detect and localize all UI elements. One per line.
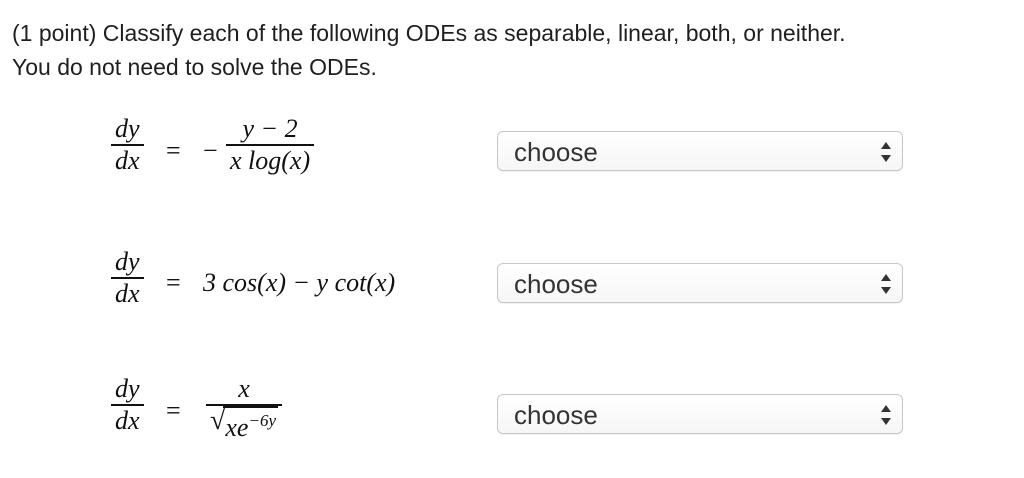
ode-1-rhs-denominator: x log(x) — [230, 146, 311, 175]
square-root: √ xe−6y — [210, 406, 278, 441]
ode-1-select-value: choose — [514, 137, 598, 167]
ode-1-lhs-denominator: dx — [115, 146, 140, 175]
ode-1-lhs-fraction: dy dx — [111, 114, 144, 176]
up-down-arrows-icon — [881, 274, 891, 294]
ode-3-rhs-numerator: x — [238, 374, 250, 403]
up-down-arrows-icon — [881, 142, 891, 162]
ode-3-rhs-fraction: x √ xe−6y — [206, 374, 282, 441]
ode-3-equals: = — [166, 396, 181, 425]
ode-3-rhs-denominator: √ xe−6y — [206, 406, 282, 441]
prompt-line-1: (1 point) Classify each of the following… — [12, 20, 846, 46]
ode-3-select-value: choose — [514, 400, 598, 430]
ode-3-classification-select[interactable]: choose — [497, 394, 903, 434]
ode-3-lhs-denominator: dx — [115, 406, 140, 435]
ode-1-lhs-numerator: dy — [115, 114, 140, 143]
ode-2-lhs-fraction: dy dx — [111, 247, 144, 309]
ode-2-equals: = — [166, 268, 181, 297]
ode-1-rhs-numerator: y − 2 — [242, 114, 298, 143]
ode-1-equals: = — [166, 136, 181, 165]
ode-1-rhs-fraction: y − 2 x log(x) — [226, 114, 315, 176]
ode-2-classification-select[interactable]: choose — [497, 263, 903, 303]
exponent: −6y — [248, 411, 276, 430]
prompt-line-2: You do not need to solve the ODEs. — [12, 54, 377, 80]
question-prompt: (1 point) Classify each of the following… — [12, 16, 1012, 84]
ode-3-lhs-fraction: dy dx — [111, 374, 144, 436]
ode-2-lhs-denominator: dx — [115, 279, 140, 308]
ode-1-classification-select[interactable]: choose — [497, 131, 903, 171]
up-down-arrows-icon — [881, 405, 891, 425]
ode-2-rhs: 3 cos(x) − y cot(x) — [203, 268, 396, 297]
radicand-base: xe — [225, 413, 249, 442]
ode-2-select-value: choose — [514, 269, 598, 299]
ode-3-lhs-numerator: dy — [115, 374, 140, 403]
radicand: xe−6y — [223, 406, 278, 441]
ode-2-lhs-numerator: dy — [115, 247, 140, 276]
ode-1-minus: − — [203, 136, 218, 165]
